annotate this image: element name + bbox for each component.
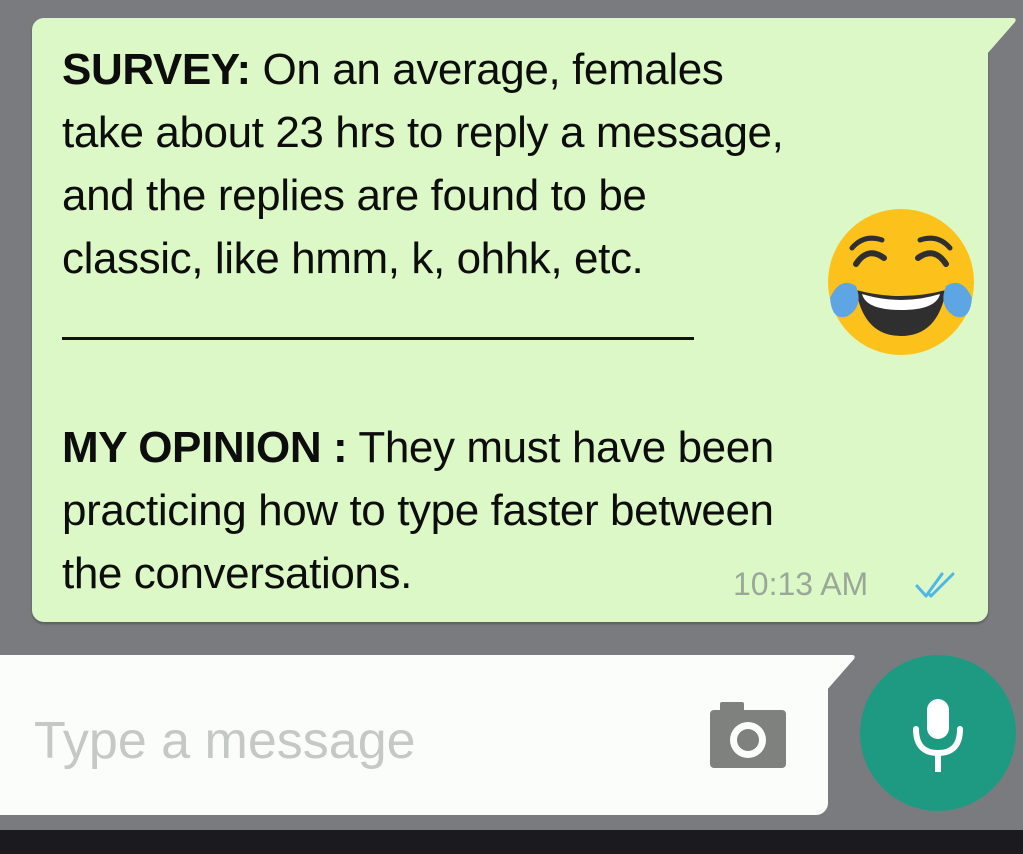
survey-line-1: SURVEY: On an average, females [62,45,724,94]
composer-tail [826,655,855,691]
message-timestamp: 10:13 AM [733,566,869,602]
text-divider-line [62,337,694,340]
face-with-tears-of-joy-emoji [828,209,974,355]
camera-icon[interactable] [708,700,788,770]
opinion-label: MY OPINION : [62,423,348,472]
survey-label: SURVEY: [62,45,251,94]
survey-line-2: take about 23 hrs to reply a message, [62,108,784,157]
double-check-icon [915,572,955,598]
system-nav-bar [0,830,1023,854]
opinion-line-1: MY OPINION : They must have been [62,423,774,472]
voice-message-button[interactable] [860,655,1016,811]
microphone-icon [913,699,963,772]
message-input[interactable] [32,700,686,782]
bubble-tail [987,18,1016,54]
opinion-line-2: practicing how to type faster between [62,486,774,535]
